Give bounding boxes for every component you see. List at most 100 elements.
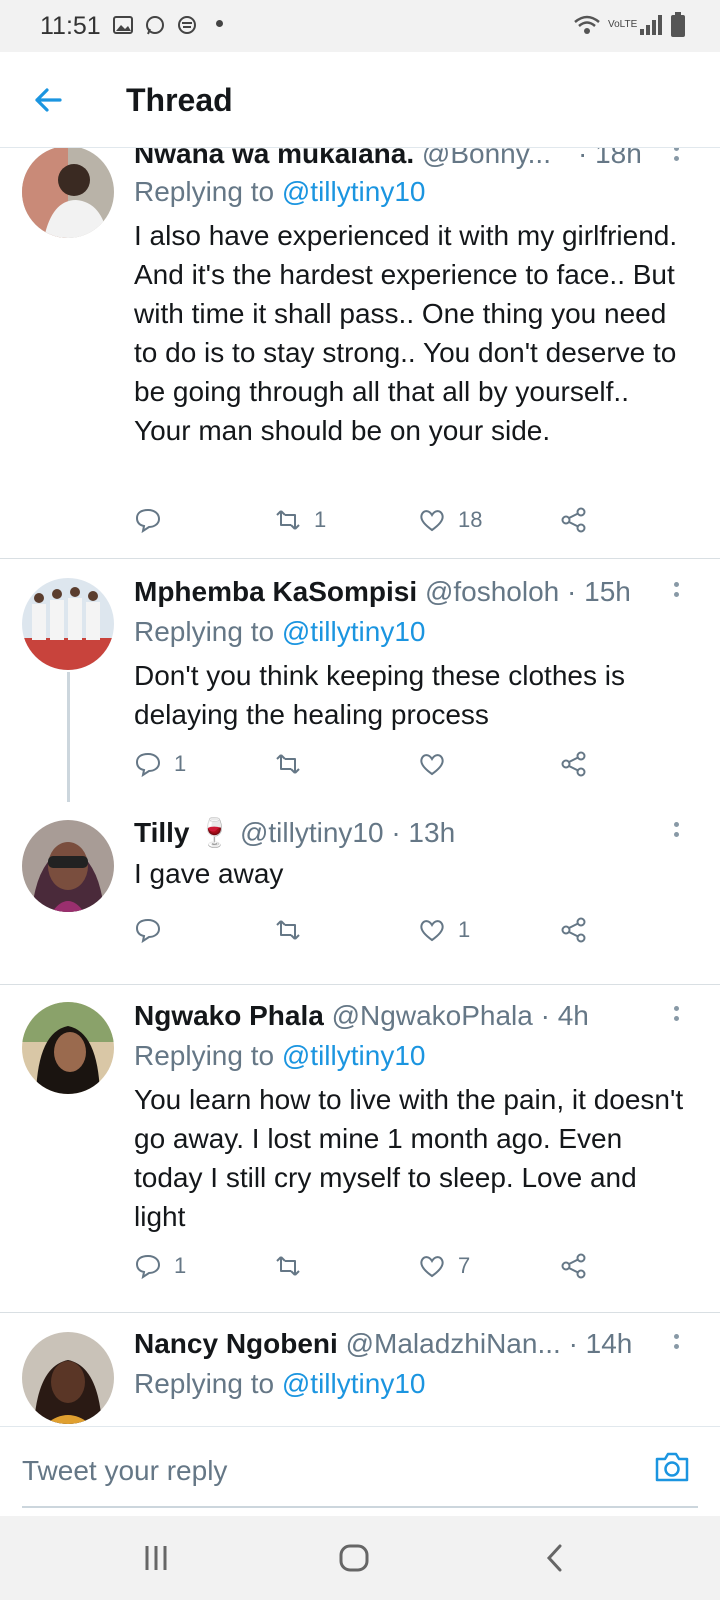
reply-icon: [135, 1254, 161, 1280]
tweet[interactable]: Mphemba KaSompisi @fosholoh · 15h Replyi…: [0, 560, 720, 802]
replying-to: Replying to @tillytiny10: [134, 1368, 425, 1400]
signal-icon: [640, 15, 662, 35]
recents-icon[interactable]: [136, 1538, 176, 1578]
tweet-text: I gave away: [134, 858, 284, 889]
like-icon: [420, 754, 444, 776]
retweet-count: 1: [314, 507, 327, 532]
reply-icon: [135, 752, 161, 778]
retweet-icon: [276, 510, 300, 530]
like-button[interactable]: 7: [418, 1252, 470, 1280]
avatar[interactable]: [22, 578, 114, 670]
wifi-icon: [574, 15, 600, 34]
author-handle: @tillytiny10: [239, 817, 384, 848]
mention-link[interactable]: @tillytiny10: [282, 176, 426, 207]
reply-count: 1: [174, 1253, 187, 1278]
retweet-icon: [276, 754, 300, 774]
system-nav-bar: [0, 1516, 720, 1600]
author-name[interactable]: Nwana wa mukalana.: [134, 148, 414, 169]
author-name[interactable]: Mphemba KaSompisi: [134, 576, 417, 607]
author-name[interactable]: Tilly: [134, 817, 190, 848]
share-button[interactable]: [560, 1252, 588, 1280]
replying-to-label: Replying to: [134, 176, 282, 207]
share-button[interactable]: [560, 506, 588, 534]
reply-button[interactable]: [134, 916, 174, 944]
avatar[interactable]: [22, 148, 114, 238]
more-icon[interactable]: [674, 1006, 680, 1032]
mention-link[interactable]: @tillytiny10: [282, 1040, 426, 1071]
reply-count: 1: [174, 751, 187, 776]
share-icon: [561, 751, 586, 777]
reply-button[interactable]: 1: [134, 1252, 186, 1280]
author-handle: @MaladzhiNan...: [345, 1328, 561, 1359]
like-icon: [420, 510, 444, 532]
like-icon: [420, 1256, 444, 1278]
tweet-text: Don't you think keeping these clothes is…: [134, 660, 625, 730]
tweet-actions: 1 18: [134, 506, 604, 540]
retweet-icon: [276, 1256, 300, 1276]
replying-to-label: Replying to: [134, 616, 282, 647]
thread-header: Thread: [0, 52, 720, 148]
tweet[interactable]: Nancy Ngobeni @MaladzhiNan... · 14h Repl…: [0, 1314, 720, 1426]
share-icon: [561, 1253, 586, 1279]
retweet-button[interactable]: [274, 1252, 314, 1280]
avatar[interactable]: [22, 820, 114, 912]
author-name[interactable]: Nancy Ngobeni: [134, 1328, 338, 1359]
tweet-time: · 18h: [578, 148, 642, 169]
retweet-button[interactable]: [274, 916, 314, 944]
reply-icon: [135, 918, 161, 944]
avatar[interactable]: [22, 1002, 114, 1094]
whatsapp-icon: [146, 16, 164, 35]
replying-to-label: Replying to: [134, 1040, 282, 1071]
replying-to-label: Replying to: [134, 1368, 282, 1399]
reply-icon: [135, 508, 161, 534]
retweet-button[interactable]: [274, 750, 314, 778]
retweet-button[interactable]: 1: [274, 506, 326, 534]
tweet[interactable]: Nwana wa mukalana. @Bonny... · 18h Reply…: [0, 148, 720, 558]
replying-to: Replying to @tillytiny10: [134, 616, 425, 648]
mention-link[interactable]: @tillytiny10: [282, 616, 426, 647]
reply-button[interactable]: 1: [134, 750, 186, 778]
tweet-time: · 14h: [568, 1328, 633, 1359]
replying-to: Replying to @tillytiny10: [134, 1040, 425, 1072]
notification-dot: [216, 20, 223, 27]
thread-feed[interactable]: Nwana wa mukalana. @Bonny... · 18h Reply…: [0, 148, 720, 1426]
home-icon[interactable]: [334, 1538, 374, 1578]
tweet-text: You learn how to live with the pain, it …: [134, 1084, 684, 1232]
avatar[interactable]: [22, 1332, 114, 1424]
share-icon: [561, 917, 586, 943]
author-name[interactable]: Ngwako Phala: [134, 1000, 324, 1031]
gallery-icon: [113, 16, 133, 34]
back-icon[interactable]: [536, 1538, 576, 1578]
like-count: 1: [458, 917, 471, 942]
like-button[interactable]: 18: [418, 506, 482, 534]
like-button[interactable]: [418, 750, 458, 778]
status-time: 11:51: [40, 12, 101, 40]
volte-label: VoLTE: [608, 19, 638, 30]
share-icon: [561, 507, 586, 533]
like-count: 7: [458, 1253, 471, 1278]
tweet-time: · 13h: [391, 817, 456, 848]
camera-icon[interactable]: [652, 1447, 692, 1487]
app-notification-icon: [178, 16, 196, 34]
more-icon[interactable]: [674, 1334, 680, 1360]
more-icon[interactable]: [674, 822, 680, 848]
reply-button[interactable]: [134, 506, 174, 534]
tweet-divider: [0, 984, 720, 985]
share-button[interactable]: [560, 916, 588, 944]
share-button[interactable]: [560, 750, 588, 778]
tweet[interactable]: Ngwako Phala @NgwakoPhala · 4h Replying …: [0, 986, 720, 1306]
retweet-icon: [276, 920, 300, 940]
tweet-text: I also have experienced it with my girlf…: [134, 220, 678, 446]
like-button[interactable]: 1: [418, 916, 470, 944]
tweet-time: · 4h: [540, 1000, 589, 1031]
tweet[interactable]: Tilly 🍷 @tillytiny10 · 13h I gave away 1: [0, 804, 720, 966]
back-arrow-icon[interactable]: [30, 82, 66, 118]
mention-link[interactable]: @tillytiny10: [282, 1368, 426, 1399]
like-icon: [420, 920, 444, 942]
reply-input[interactable]: Tweet your reply: [22, 1455, 227, 1487]
more-icon[interactable]: [674, 148, 680, 172]
more-icon[interactable]: [674, 582, 680, 608]
tweet-time: · 15h: [567, 576, 631, 607]
tweet-actions: 1: [134, 916, 604, 950]
page-title: Thread: [126, 82, 233, 118]
